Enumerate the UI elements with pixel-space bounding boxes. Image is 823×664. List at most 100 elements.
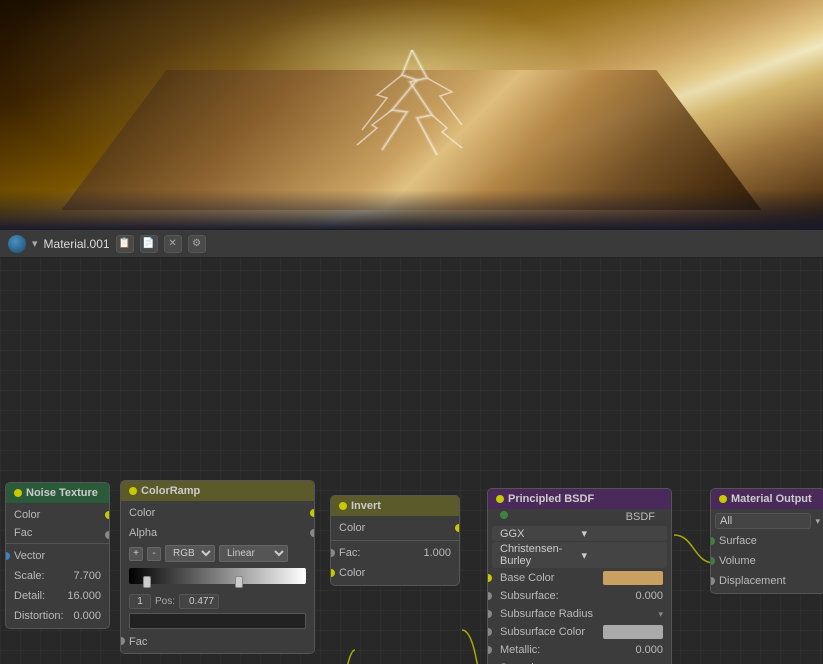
noise-vector-row: Vector — [6, 546, 109, 566]
colorramp-stop-index[interactable]: 1 — [129, 594, 151, 609]
bsdf-distribution-arrow: ▾ — [582, 527, 664, 540]
bsdf-subsurface-method-value: Christensen-Burley — [500, 543, 582, 567]
bsdf-subsurface-value: 0.000 — [628, 590, 663, 602]
noise-texture-node: Noise Texture Color Fac Vector Scale: 7.… — [5, 482, 110, 629]
bsdf-subsurface-dropdown[interactable]: Christensen-Burley ▾ — [492, 542, 667, 568]
matout-dot[interactable] — [719, 495, 727, 503]
dropdown-arrow-icon: ▾ — [32, 237, 38, 250]
colorramp-dot[interactable] — [129, 487, 137, 495]
bsdf-subsurface-radius-row: Subsurface Radius ▾ — [488, 605, 671, 623]
noise-scale-label: Scale: — [14, 570, 73, 582]
invert-dot[interactable] — [339, 502, 347, 510]
matout-node-header: Material Output — [711, 489, 823, 509]
colorramp-fac-label: Fac — [129, 636, 306, 648]
invert-color-in-socket[interactable] — [330, 569, 335, 577]
colorramp-color-out-socket[interactable] — [310, 509, 315, 517]
noise-node-dot[interactable] — [14, 489, 22, 497]
bsdf-base-color-row: Base Color — [488, 569, 671, 587]
colorramp-stop-0[interactable] — [143, 576, 151, 588]
matout-mode-arrow: ▾ — [815, 516, 820, 527]
bsdf-title: Principled BSDF — [508, 493, 594, 505]
bsdf-mode-label: BSDF — [500, 511, 663, 523]
colorramp-alpha-socket[interactable] — [310, 529, 315, 537]
colorramp-controls: + - RGB HSV HSL Linear Ease Constant — [121, 543, 314, 564]
noise-detail-value: 16.000 — [67, 590, 101, 602]
globe-icon — [8, 235, 26, 253]
matout-volume-row: Volume — [711, 551, 823, 571]
bsdf-base-color-swatch[interactable] — [603, 571, 663, 585]
colorramp-pos-value[interactable]: 0.477 — [179, 594, 219, 609]
bsdf-base-color-socket[interactable] — [487, 574, 492, 582]
colorramp-fac-socket[interactable] — [120, 637, 125, 645]
colorramp-alpha-row: Alpha — [121, 523, 314, 543]
3d-viewport — [0, 0, 823, 230]
bsdf-subsurface-radius-label: Subsurface Radius — [500, 608, 658, 620]
matout-displacement-socket[interactable] — [710, 577, 715, 585]
bsdf-subsurface-color-row: Subsurface Color — [488, 623, 671, 641]
noise-color-label: Color — [14, 509, 101, 521]
bsdf-metallic-socket[interactable] — [487, 646, 492, 654]
bsdf-subsurface-radius-arrow: ▾ — [658, 609, 663, 620]
colorramp-mode-select[interactable]: RGB HSV HSL — [165, 545, 215, 562]
colorramp-color-label: Color — [129, 507, 306, 519]
colorramp-add-stop-button[interactable]: + — [129, 547, 143, 561]
noise-vector-label: Vector — [14, 550, 101, 562]
matout-surface-socket[interactable] — [710, 537, 715, 545]
noise-node-body: Color Fac Vector Scale: 7.700 Detail: 16… — [6, 503, 109, 628]
noise-detail-label: Detail: — [14, 590, 67, 602]
bsdf-subsurface-socket[interactable] — [487, 592, 492, 600]
noise-fac-socket[interactable] — [105, 531, 110, 539]
matout-mode-value[interactable]: All — [715, 513, 811, 529]
noise-distortion-value: 0.000 — [73, 610, 101, 622]
pin-material-button[interactable]: ⚙ — [188, 235, 206, 253]
colorramp-alpha-label: Alpha — [129, 527, 306, 539]
colorramp-remove-stop-button[interactable]: - — [147, 547, 161, 561]
invert-color-in-label: Color — [339, 567, 451, 579]
close-material-button[interactable]: ✕ — [164, 235, 182, 253]
colorramp-stop-1[interactable] — [235, 576, 243, 588]
material-name: Material.001 — [44, 237, 110, 251]
colorramp-gradient-bar[interactable] — [129, 568, 306, 584]
bsdf-subsurface-color-swatch[interactable] — [603, 625, 663, 639]
colorramp-node-header: ColorRamp — [121, 481, 314, 501]
noise-color-socket[interactable] — [105, 511, 110, 519]
bsdf-metallic-value: 0.000 — [628, 644, 663, 656]
crack-pattern — [262, 40, 562, 160]
node-toolbar: ▾ Material.001 📋 📄 ✕ ⚙ — [0, 230, 823, 258]
invert-fac-value: 1.000 — [423, 547, 451, 559]
colorramp-title: ColorRamp — [141, 485, 200, 497]
bsdf-subsurface-color-socket[interactable] — [487, 628, 492, 636]
bsdf-subsurface-radius-socket[interactable] — [487, 610, 492, 618]
colorramp-interp-select[interactable]: Linear Ease Constant — [219, 545, 288, 562]
bsdf-fields: Base Color Subsurface: 0.000 Subsurface … — [488, 569, 671, 664]
matout-mode-row: All ▾ — [711, 511, 823, 531]
noise-fac-row: Fac — [6, 525, 109, 541]
noise-detail-row: Detail: 16.000 — [6, 586, 109, 606]
bsdf-base-color-label: Base Color — [500, 572, 599, 584]
bsdf-mode-row: BSDF — [488, 509, 671, 525]
colorramp-color-out-row: Color — [121, 503, 314, 523]
noise-vector-socket[interactable] — [5, 552, 10, 560]
bsdf-subsurface-label: Subsurface: — [500, 590, 628, 602]
bsdf-distribution-dropdown[interactable]: GGX ▾ — [492, 526, 667, 541]
invert-fac-row: Fac: 1.000 — [331, 543, 459, 563]
bsdf-subsurface-row: Subsurface: 0.000 — [488, 587, 671, 605]
bsdf-output-socket[interactable] — [500, 511, 508, 519]
noise-distortion-label: Distortion: — [14, 610, 73, 622]
invert-color-out-socket[interactable] — [455, 524, 460, 532]
invert-title: Invert — [351, 500, 381, 512]
bsdf-specular-row: Specular — [488, 659, 671, 664]
noise-scale-value: 7.700 — [73, 570, 101, 582]
matout-volume-socket[interactable] — [710, 557, 715, 565]
noise-scale-row: Scale: 7.700 — [6, 566, 109, 586]
invert-fac-socket[interactable] — [330, 549, 335, 557]
bsdf-dot[interactable] — [496, 495, 504, 503]
colorramp-node: ColorRamp Color Alpha + - RGB HSV HSL — [120, 480, 315, 654]
matout-volume-label: Volume — [719, 555, 816, 567]
matout-displacement-label: Displacement — [719, 575, 816, 587]
new-material-button[interactable]: 📄 — [140, 235, 158, 253]
noise-distortion-row: Distortion: 0.000 — [6, 606, 109, 626]
colorramp-color-swatch[interactable] — [129, 613, 306, 629]
noise-node-header: Noise Texture — [6, 483, 109, 503]
copy-material-button[interactable]: 📋 — [116, 235, 134, 253]
